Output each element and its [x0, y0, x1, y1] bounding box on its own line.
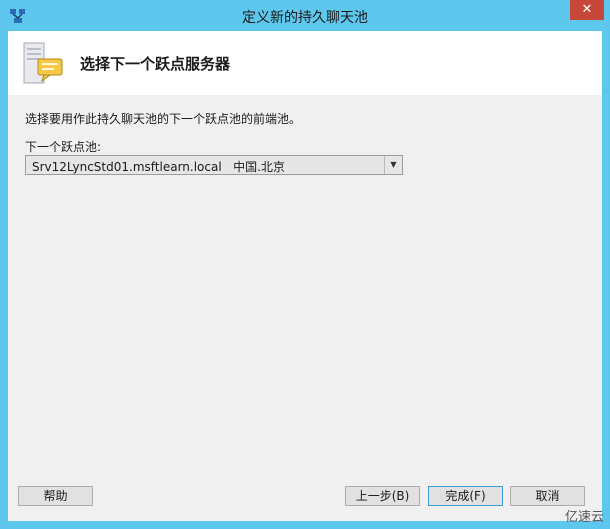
title-bar[interactable]: 定义新的持久聊天池 ✕	[0, 0, 610, 31]
window-title: 定义新的持久聊天池	[242, 10, 368, 26]
next-hop-selected-value: Srv12LyncStd01.msftlearn.local 中国.北京	[32, 160, 285, 174]
dropdown-arrow-icon[interactable]: ▼	[384, 156, 402, 174]
watermark-logo: 亿速云	[564, 510, 604, 525]
help-button[interactable]: 帮助	[18, 486, 93, 506]
close-icon: ✕	[581, 2, 593, 17]
server-chat-icon	[20, 41, 68, 87]
next-hop-label: 下一个跃点池:	[25, 140, 102, 154]
back-button[interactable]: 上一步(B)	[345, 486, 420, 506]
description-text: 选择要用作此持久聊天池的下一个跃点池的前端池。	[25, 112, 302, 126]
dialog-client-area: 选择下一个跃点服务器 选择要用作此持久聊天池的下一个跃点池的前端池。 下一个跃点…	[8, 31, 602, 521]
next-hop-combobox[interactable]: Srv12LyncStd01.msftlearn.local 中国.北京 ▼	[25, 155, 403, 175]
finish-button[interactable]: 完成(F)	[428, 486, 503, 506]
wizard-header: 选择下一个跃点服务器	[8, 31, 602, 95]
cancel-button[interactable]: 取消	[510, 486, 585, 506]
close-button[interactable]: ✕	[570, 0, 604, 20]
dialog-window: 定义新的持久聊天池 ✕ 选择下一个跃点服务器 选择要用作此持久聊天池的下一个跃点…	[0, 0, 610, 529]
wizard-page-title: 选择下一个跃点服务器	[80, 55, 231, 73]
